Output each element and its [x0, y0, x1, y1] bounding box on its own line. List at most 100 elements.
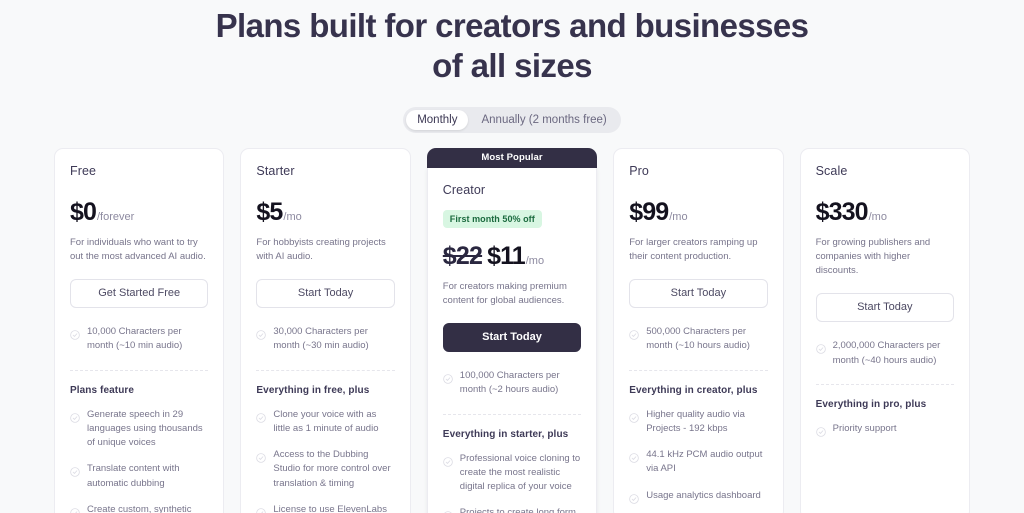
plan-cta-button[interactable]: Get Started Free	[69, 279, 209, 308]
hero-section: Plans built for creators and businesses …	[0, 0, 1024, 133]
section-divider	[815, 383, 955, 385]
billing-toggle[interactable]: Monthly Annually (2 months free)	[403, 106, 621, 133]
plan-quota-text: 10,000 Characters per month (~10 min aud…	[86, 326, 183, 352]
billing-toggle-monthly[interactable]: Monthly	[406, 109, 469, 130]
feature-list: Priority support	[815, 422, 954, 437]
check-circle-icon	[70, 464, 80, 478]
plan-card-body: Free $0/forever For individuals who want t…	[53, 147, 225, 513]
plan-description: For individuals who want to try out the …	[69, 236, 206, 262]
plan-quota-text: 100,000 Characters per month (~2 hours a…	[459, 370, 560, 396]
plan-quota: 10,000 Characters per month (~10 min aud…	[70, 325, 208, 354]
pricing-card-pro: Pro $99/mo For larger creators ramping up …	[613, 147, 784, 513]
plan-cta-button[interactable]: Start Today	[629, 279, 768, 308]
plan-description: For growing publishers and companies wit…	[815, 236, 931, 277]
feature-item: Higher quality audio via Projects - 192 …	[629, 408, 767, 437]
price-amount: $0	[69, 197, 97, 226]
price-period: /mo	[868, 210, 887, 223]
plan-name: Creator	[442, 182, 486, 197]
price-original: $22	[442, 241, 483, 270]
section-divider	[629, 369, 768, 371]
plan-description: For hobbyists creating projects with AI …	[256, 236, 386, 262]
pricing-card-creator: Most Popular Creator First month 50% off $2…	[426, 147, 598, 513]
feature-list: Generate speech in 29 languages using th…	[70, 408, 208, 513]
price-amount: $330	[815, 197, 869, 226]
plan-name: Starter	[256, 163, 295, 178]
features-heading: Everything in creator, plus	[629, 384, 758, 396]
section-divider	[442, 413, 582, 415]
pricing-card-scale: Scale $330/mo For growing publishers and c…	[799, 147, 971, 513]
feature-text: Higher quality audio via Projects - 192 …	[646, 408, 745, 434]
check-circle-icon	[815, 341, 826, 355]
plan-quota: 2,000,000 Characters per month (~40 hour…	[815, 339, 954, 368]
check-circle-icon	[256, 327, 267, 340]
feature-text: License to use ElevenLabs for commercial…	[273, 503, 387, 513]
feature-item: Create custom, synthetic voices	[70, 503, 208, 513]
check-circle-icon	[815, 424, 826, 437]
price-period: /mo	[283, 210, 302, 223]
plan-card-body: Starter $5/mo For hobbyists creating proje…	[240, 147, 411, 513]
feature-text: Usage analytics dashboard	[646, 489, 761, 501]
feature-text: Professional voice cloning to create the…	[459, 452, 581, 493]
section-divider	[69, 369, 209, 371]
feature-item: Priority support	[815, 422, 954, 437]
price-amount: $99	[629, 197, 669, 226]
features-heading: Everything in starter, plus	[442, 428, 569, 440]
plan-cta-button[interactable]: Start Today	[815, 293, 955, 323]
plan-quota: 500,000 Characters per month (~10 hours …	[629, 325, 767, 354]
feature-item: Projects to create long form content wit…	[443, 506, 581, 513]
price-row: $99/mo	[629, 198, 767, 227]
plan-card-body: Scale $330/mo For growing publishers and c…	[799, 147, 971, 513]
check-circle-icon	[443, 371, 453, 384]
feature-text: Create custom, synthetic voices	[86, 503, 192, 513]
feature-text: Projects to create long form content wit…	[459, 507, 576, 513]
features-heading: Plans feature	[69, 384, 135, 396]
feature-list: Higher quality audio via Projects - 192 …	[629, 408, 767, 504]
feature-item: Clone your voice with as little as 1 min…	[256, 408, 394, 437]
feature-text: Access to the Dubbing Studio for more co…	[273, 449, 391, 489]
check-circle-icon	[629, 327, 639, 340]
check-circle-icon	[629, 450, 639, 463]
price-row: $5/mo	[256, 198, 394, 227]
price-period: /mo	[525, 254, 545, 267]
feature-text: 44.1 kHz PCM audio output via API	[646, 449, 763, 475]
plan-name: Free	[69, 163, 97, 178]
check-circle-icon	[70, 505, 80, 513]
pricing-card-free: Free $0/forever For individuals who want t…	[53, 147, 225, 513]
price-amount: $11	[487, 241, 526, 270]
pricing-card-grid: Free $0/forever For individuals who want t…	[0, 147, 1024, 513]
feature-text: Translate content with automatic dubbing	[86, 463, 180, 489]
features-heading: Everything in free, plus	[256, 384, 370, 396]
pricing-card-starter: Starter $5/mo For hobbyists creating proje…	[240, 147, 411, 513]
check-circle-icon	[256, 410, 267, 423]
plan-name: Pro	[629, 163, 649, 178]
pricing-page: Plans built for creators and businesses …	[0, 0, 1024, 513]
check-circle-icon	[629, 410, 639, 423]
feature-item: Usage analytics dashboard	[629, 489, 767, 504]
check-circle-icon	[443, 508, 453, 513]
plan-description: For creators making premium content for …	[442, 280, 567, 306]
feature-item: License to use ElevenLabs for commercial…	[256, 503, 394, 513]
price-row: $0/forever	[70, 198, 208, 227]
feature-item: 44.1 kHz PCM audio output via API	[629, 448, 767, 477]
check-circle-icon	[443, 454, 453, 467]
check-circle-icon	[256, 450, 267, 463]
check-circle-icon	[629, 491, 639, 504]
feature-item: Access to the Dubbing Studio for more co…	[256, 448, 394, 491]
feature-item: Professional voice cloning to create the…	[443, 452, 581, 495]
feature-text: Clone your voice with as little as 1 min…	[273, 408, 379, 434]
check-circle-icon	[70, 327, 80, 340]
check-circle-icon	[256, 505, 267, 513]
plan-quota-text: 30,000 Characters per month (~30 min aud…	[273, 326, 369, 352]
feature-text: Priority support	[832, 422, 897, 434]
billing-toggle-annually[interactable]: Annually (2 months free)	[470, 110, 617, 130]
plan-description: For larger creators ramping up their con…	[629, 236, 758, 262]
price-row: $22 $11/mo	[443, 242, 581, 271]
plan-name: Scale	[815, 163, 848, 178]
plan-cta-button[interactable]: Start Today	[256, 279, 395, 308]
promo-badge: First month 50% off	[442, 209, 542, 228]
feature-item: Translate content with automatic dubbing	[70, 462, 208, 491]
plan-quota: 30,000 Characters per month (~30 min aud…	[256, 325, 394, 354]
plan-cta-button[interactable]: Start Today	[442, 323, 582, 352]
plan-quota: 100,000 Characters per month (~2 hours a…	[443, 369, 581, 398]
feature-text: Generate speech in 29 languages using th…	[86, 408, 203, 449]
